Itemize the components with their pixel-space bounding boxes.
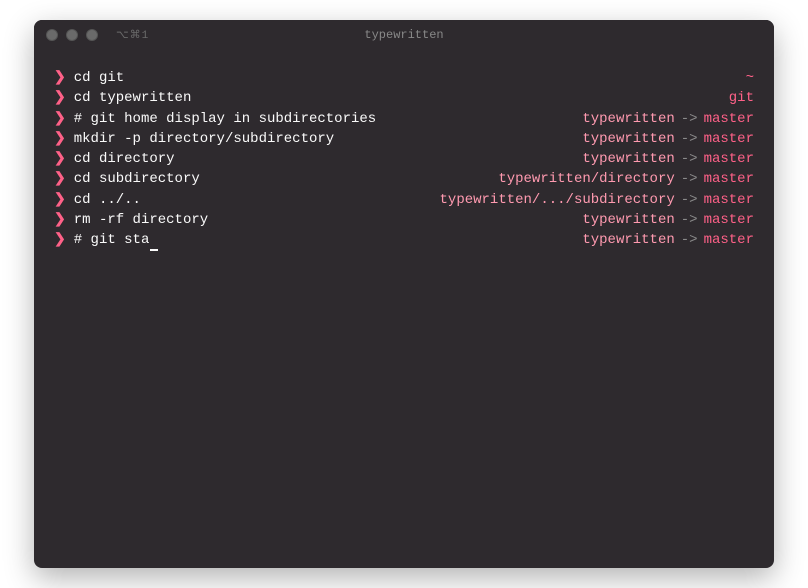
traffic-lights <box>46 29 98 41</box>
prompt-symbol: ❯ <box>54 129 66 149</box>
arrow-icon: -> <box>681 230 698 250</box>
prompt-right: typewritten -> master <box>582 210 754 230</box>
prompt-symbol: ❯ <box>54 190 66 210</box>
prompt-right: typewritten/directory -> master <box>498 169 754 189</box>
minimize-icon[interactable] <box>66 29 78 41</box>
prompt-left: ❯ mkdir -p directory/subdirectory <box>54 129 334 149</box>
command-text: rm -rf directory <box>74 210 208 230</box>
prompt-left: ❯ cd typewritten <box>54 88 191 108</box>
branch-text: master <box>704 210 754 230</box>
prompt-left: ❯ cd directory <box>54 149 175 169</box>
arrow-icon: -> <box>681 149 698 169</box>
prompt-left: ❯ # git sta <box>54 230 158 250</box>
arrow-icon: -> <box>681 129 698 149</box>
arrow-icon: -> <box>681 109 698 129</box>
path-text: typewritten <box>582 109 674 129</box>
terminal-line: ❯ cd directory typewritten -> master <box>54 149 754 169</box>
command-text: cd ../.. <box>74 190 141 210</box>
prompt-left: ❯ cd git <box>54 68 124 88</box>
prompt-right: typewritten/.../subdirectory -> master <box>440 190 754 210</box>
command-text: cd directory <box>74 149 175 169</box>
arrow-icon: -> <box>681 169 698 189</box>
branch-text: master <box>704 169 754 189</box>
branch-text: master <box>704 129 754 149</box>
path-text: typewritten <box>582 149 674 169</box>
prompt-right: git <box>729 88 754 108</box>
branch-text: master <box>704 230 754 250</box>
prompt-symbol: ❯ <box>54 210 66 230</box>
command-text: # git sta <box>74 230 150 250</box>
prompt-symbol: ❯ <box>54 230 66 250</box>
tab-hint: ⌥⌘1 <box>116 28 149 42</box>
terminal-line: ❯ cd git ~ <box>54 68 754 88</box>
prompt-symbol: ❯ <box>54 88 66 108</box>
path-text: git <box>729 88 754 108</box>
branch-text: master <box>704 109 754 129</box>
title-bar: ⌥⌘1 typewritten <box>34 20 774 50</box>
prompt-right: typewritten -> master <box>582 109 754 129</box>
command-text: mkdir -p directory/subdirectory <box>74 129 334 149</box>
cursor <box>150 230 158 250</box>
path-text: typewritten/.../subdirectory <box>440 190 675 210</box>
command-text: cd git <box>74 68 124 88</box>
terminal-line: ❯ cd subdirectory typewritten/directory -> m… <box>54 169 754 189</box>
prompt-left: ❯ cd ../.. <box>54 190 141 210</box>
prompt-right: typewritten -> master <box>582 129 754 149</box>
close-icon[interactable] <box>46 29 58 41</box>
terminal-line: ❯ rm -rf directory typewritten -> master <box>54 210 754 230</box>
arrow-icon: -> <box>681 210 698 230</box>
path-text: typewritten <box>582 210 674 230</box>
path-text: typewritten <box>582 230 674 250</box>
terminal-line: ❯ cd ../.. typewritten/.../subdirectory -> m… <box>54 190 754 210</box>
path-text: typewritten/directory <box>498 169 674 189</box>
command-text: cd typewritten <box>74 88 192 108</box>
prompt-symbol: ❯ <box>54 169 66 189</box>
terminal-body[interactable]: ❯ cd git ~ ❯ cd typewritten git ❯ # git home di… <box>34 50 774 568</box>
window-title: typewritten <box>364 28 443 42</box>
prompt-left: ❯ rm -rf directory <box>54 210 208 230</box>
path-text: ~ <box>746 68 754 88</box>
branch-text: master <box>704 190 754 210</box>
terminal-line: ❯ mkdir -p directory/subdirectory typewrit… <box>54 129 754 149</box>
prompt-symbol: ❯ <box>54 149 66 169</box>
prompt-left: ❯ cd subdirectory <box>54 169 200 189</box>
terminal-window: ⌥⌘1 typewritten ❯ cd git ~ ❯ cd typewritten g… <box>34 20 774 568</box>
terminal-line: ❯ cd typewritten git <box>54 88 754 108</box>
arrow-icon: -> <box>681 190 698 210</box>
prompt-symbol: ❯ <box>54 68 66 88</box>
prompt-right: typewritten -> master <box>582 230 754 250</box>
command-text: # git home display in subdirectories <box>74 109 376 129</box>
path-text: typewritten <box>582 129 674 149</box>
prompt-right: typewritten -> master <box>582 149 754 169</box>
prompt-left: ❯ # git home display in subdirectories <box>54 109 376 129</box>
zoom-icon[interactable] <box>86 29 98 41</box>
branch-text: master <box>704 149 754 169</box>
prompt-right: ~ <box>746 68 754 88</box>
command-text: cd subdirectory <box>74 169 200 189</box>
terminal-line: ❯ # git home display in subdirectories typ… <box>54 109 754 129</box>
prompt-symbol: ❯ <box>54 109 66 129</box>
terminal-line: ❯ # git sta typewritten -> master <box>54 230 754 250</box>
